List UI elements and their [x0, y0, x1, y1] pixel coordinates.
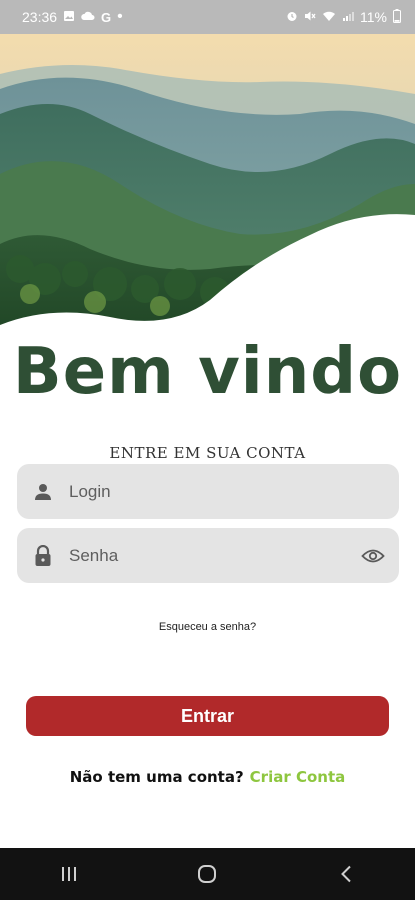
recent-apps-icon[interactable]: [39, 854, 99, 894]
wifi-icon: [322, 10, 336, 24]
status-left: 23:36 G •: [22, 8, 123, 26]
person-icon: [17, 482, 69, 502]
battery-icon: [393, 9, 401, 25]
welcome-title: Bem vindo: [12, 335, 403, 409]
welcome-subtitle: ENTRE EM SUA CONTA: [109, 444, 306, 462]
login-field[interactable]: [17, 464, 399, 519]
home-icon[interactable]: [177, 854, 237, 894]
enter-button[interactable]: Entrar: [26, 696, 389, 736]
status-right: 11%: [286, 9, 401, 25]
image-icon: [63, 10, 75, 24]
forgot-password-link[interactable]: Esqueceu a senha?: [0, 621, 415, 633]
create-account-link[interactable]: Criar Conta: [250, 768, 346, 786]
wave-divider: [0, 214, 415, 345]
signal-icon: [342, 10, 355, 24]
signup-row: Não tem uma conta? Criar Conta: [0, 768, 415, 786]
password-field[interactable]: [17, 528, 399, 583]
battery-level: 11%: [360, 9, 387, 25]
back-icon[interactable]: [316, 854, 376, 894]
status-time: 23:36: [22, 9, 58, 25]
password-input[interactable]: [69, 528, 347, 583]
login-input[interactable]: [69, 464, 399, 519]
status-bar: 23:36 G • 11%: [0, 0, 415, 34]
navigation-bar: [0, 848, 415, 900]
alarm-icon: [286, 10, 298, 24]
signup-question: Não tem uma conta?: [69, 768, 244, 786]
google-icon: G: [101, 9, 112, 25]
mute-icon: [304, 10, 316, 24]
cloud-icon: [81, 11, 95, 23]
eye-icon[interactable]: [347, 548, 399, 564]
lock-icon: [17, 544, 69, 567]
dot-icon: •: [117, 8, 123, 25]
